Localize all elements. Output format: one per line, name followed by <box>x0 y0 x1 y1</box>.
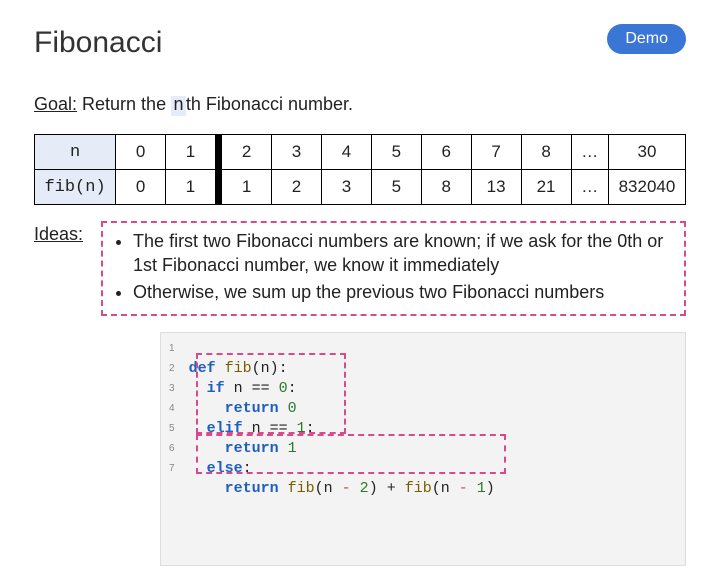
code-body: def fib(n): if n == 0: return 0 elif n =… <box>183 333 509 565</box>
table-row-n: n 0 1 2 3 4 5 6 7 8 … 30 <box>35 135 686 170</box>
page-title: Fibonacci <box>34 26 686 60</box>
ideas-section: Ideas: The first two Fibonacci numbers a… <box>34 221 686 316</box>
cell: 3 <box>321 170 371 205</box>
fibonacci-table: n 0 1 2 3 4 5 6 7 8 … 30 fib(n) 0 1 1 2 … <box>34 134 686 205</box>
goal-text-suffix: th Fibonacci number. <box>186 94 353 114</box>
cell-n-label: n <box>35 135 116 170</box>
cell: 2 <box>272 170 322 205</box>
cell-ellipsis: … <box>571 170 608 205</box>
table-row-fib: fib(n) 0 1 1 2 3 5 8 13 21 … 832040 <box>35 170 686 205</box>
code-line-numbers: 1 2 3 4 5 6 7 <box>161 333 183 565</box>
cell: 0 <box>116 135 166 170</box>
cell: 8 <box>521 135 571 170</box>
goal-label: Goal: <box>34 94 77 114</box>
cell: 21 <box>521 170 571 205</box>
cell: 1 <box>166 135 216 170</box>
cell: 8 <box>421 170 471 205</box>
goal-text-prefix: Return the <box>77 94 171 114</box>
cell: 1 <box>166 170 216 205</box>
cell: 1 <box>222 170 272 205</box>
goal-line: Goal: Return the nth Fibonacci number. <box>34 94 686 116</box>
cell: 13 <box>471 170 521 205</box>
cell: 6 <box>421 135 471 170</box>
cell: 0 <box>116 170 166 205</box>
cell: 4 <box>321 135 371 170</box>
cell: 832040 <box>608 170 685 205</box>
goal-n: n <box>171 96 186 116</box>
cell: 5 <box>371 135 421 170</box>
idea-item: Otherwise, we sum up the previous two Fi… <box>133 280 674 304</box>
demo-badge: Demo <box>607 24 686 54</box>
cell-ellipsis: … <box>571 135 608 170</box>
cell: 2 <box>222 135 272 170</box>
ideas-box: The first two Fibonacci numbers are know… <box>101 221 686 316</box>
cell: 30 <box>608 135 685 170</box>
ideas-label: Ideas: <box>34 221 83 245</box>
cell-fib-label: fib(n) <box>35 170 116 205</box>
idea-item: The first two Fibonacci numbers are know… <box>133 229 674 278</box>
cell: 5 <box>371 170 421 205</box>
code-block: 1 2 3 4 5 6 7 def fib(n): if n == 0: ret… <box>160 332 686 566</box>
cell: 3 <box>272 135 322 170</box>
cell: 7 <box>471 135 521 170</box>
